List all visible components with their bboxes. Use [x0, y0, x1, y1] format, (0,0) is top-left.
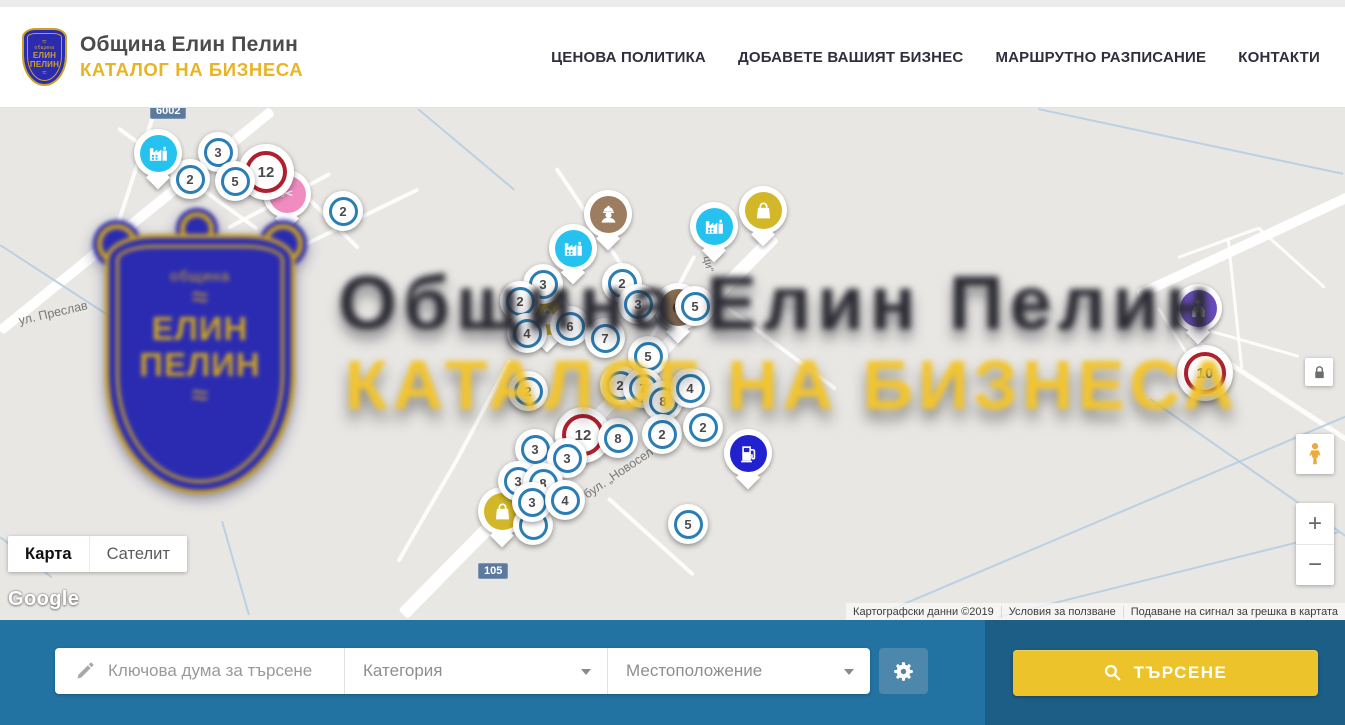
- map-type-satellite-button[interactable]: Сателит: [89, 536, 187, 572]
- nav-route-schedule[interactable]: МАРШРУТНО РАЗПИСАНИЕ: [995, 49, 1206, 66]
- map-pin-factory[interactable]: [690, 202, 738, 264]
- cluster-marker[interactable]: 4: [670, 368, 710, 408]
- crest-ornament: ≈: [192, 383, 208, 409]
- cluster-marker[interactable]: 5: [668, 504, 708, 544]
- map-road: [1257, 226, 1326, 288]
- cluster-marker[interactable]: 3: [618, 284, 658, 324]
- pegman-icon: [1302, 440, 1328, 468]
- nav-contacts[interactable]: КОНТАКТИ: [1238, 49, 1320, 66]
- location-select-label: Местоположение: [626, 661, 762, 681]
- watermark-crest-top: община: [170, 268, 230, 285]
- map-road: [456, 359, 512, 460]
- factory-icon: [555, 230, 592, 267]
- map-road: [727, 306, 837, 390]
- road-number-label: 105: [478, 563, 508, 579]
- watermark-title: Община Елин Пелин: [338, 266, 1217, 342]
- pencil-icon: [75, 661, 95, 681]
- cluster-marker[interactable]: 7: [585, 318, 625, 358]
- cluster-marker[interactable]: 4: [545, 480, 585, 520]
- cluster-marker[interactable]: 2: [642, 414, 682, 454]
- map-type-control: Карта Сателит: [8, 536, 187, 572]
- municipality-crest-logo: община ЕЛИН ПЕЛИН: [22, 28, 67, 86]
- advanced-settings-button[interactable]: [879, 648, 928, 694]
- cluster-marker[interactable]: 2: [683, 407, 723, 447]
- search-button-label: ТЪРСЕНЕ: [1134, 663, 1228, 683]
- google-logo[interactable]: Google: [8, 588, 79, 611]
- cluster-marker[interactable]: 5: [215, 161, 255, 201]
- site-subtitle: КАТАЛОГ НА БИЗНЕСА: [80, 59, 303, 81]
- map-water-line: [417, 108, 515, 191]
- padlock-icon: [1311, 364, 1328, 381]
- gear-icon: [891, 659, 916, 684]
- search-icon: [1103, 663, 1122, 682]
- cluster-marker[interactable]: 4: [507, 313, 547, 353]
- search-bar: Категория Местоположение ТЪРСЕНЕ: [0, 620, 1345, 725]
- map-pin-shopping[interactable]: [739, 186, 787, 248]
- site-title: Община Елин Пелин: [80, 33, 303, 57]
- watermark-crest: община ≈ ЕЛИН ПЕЛИН ≈: [95, 216, 305, 494]
- road-number-label: 6002: [150, 108, 186, 119]
- factory-icon: [140, 135, 177, 172]
- main-nav: ЦЕНОВА ПОЛИТИКА ДОБАВЕТЕ ВАШИЯТ БИЗНЕС М…: [551, 7, 1320, 107]
- site-header: община ЕЛИН ПЕЛИН Община Елин Пелин КАТА…: [0, 7, 1345, 108]
- map-water-line: [1038, 108, 1344, 175]
- cluster-marker[interactable]: 8: [598, 418, 638, 458]
- attribution-data-text: Картографски данни ©2019: [846, 606, 1001, 618]
- fuel-pump-icon: [730, 435, 767, 472]
- site-logo[interactable]: община ЕЛИН ПЕЛИН Община Елин Пелин КАТА…: [22, 28, 303, 86]
- zoom-out-button[interactable]: −: [1296, 544, 1334, 585]
- map-pin-fuel-station[interactable]: [724, 429, 772, 491]
- shopping-bag-icon: [745, 192, 782, 229]
- cluster-marker[interactable]: 2: [323, 191, 363, 231]
- terms-of-use-link[interactable]: Условия за ползване: [1001, 606, 1123, 618]
- cluster-marker[interactable]: 6: [550, 306, 590, 346]
- street-view-pegman-button[interactable]: [1296, 434, 1334, 474]
- church-icon: [1180, 290, 1217, 327]
- lock-control-button[interactable]: [1305, 358, 1333, 386]
- map-pin-factory[interactable]: [134, 129, 182, 191]
- keyword-field: [55, 648, 344, 694]
- chevron-down-icon: [581, 669, 591, 680]
- map-attribution: Картографски данни ©2019 Условия за полз…: [846, 603, 1345, 620]
- keyword-search-input[interactable]: [108, 661, 344, 681]
- map-canvas[interactable]: 6002 105 ул. Преслав бул. „Новосел ци“ ✂…: [0, 108, 1345, 620]
- category-select[interactable]: Категория: [344, 648, 607, 694]
- map-road: [1227, 237, 1244, 369]
- cluster-marker[interactable]: 10: [1177, 345, 1233, 401]
- search-input-group: Категория Местоположение: [55, 648, 870, 694]
- page: община ЕЛИН ПЕЛИН Община Елин Пелин КАТА…: [0, 0, 1345, 725]
- chevron-down-icon: [844, 669, 854, 680]
- watermark-crest-line1: ЕЛИН: [152, 311, 249, 347]
- crest-ornament: ≈: [192, 285, 208, 311]
- cluster-marker[interactable]: 2: [508, 371, 548, 411]
- zoom-control: + −: [1296, 503, 1334, 585]
- category-select-label: Категория: [363, 661, 442, 681]
- nav-pricing-policy[interactable]: ЦЕНОВА ПОЛИТИКА: [551, 49, 706, 66]
- map-pin-factory[interactable]: [549, 224, 597, 286]
- factory-icon: [696, 208, 733, 245]
- cluster-marker[interactable]: 5: [675, 286, 715, 326]
- zoom-in-button[interactable]: +: [1296, 503, 1334, 544]
- map-pin-church[interactable]: [1174, 284, 1222, 346]
- top-strip: [0, 0, 1345, 7]
- location-select[interactable]: Местоположение: [607, 648, 870, 694]
- nav-add-your-business[interactable]: ДОБАВЕТЕ ВАШИЯТ БИЗНЕС: [738, 49, 963, 66]
- crest-name-line1: ЕЛИН: [33, 51, 56, 60]
- map-water-line: [221, 521, 250, 616]
- report-map-error-link[interactable]: Подаване на сигнал за грешка в картата: [1123, 606, 1345, 618]
- map-water-line: [878, 413, 1345, 616]
- map-road: [396, 457, 459, 563]
- crest-name-line2: ПЕЛИН: [30, 60, 59, 69]
- search-button[interactable]: ТЪРСЕНЕ: [1013, 650, 1318, 696]
- map-type-map-button[interactable]: Карта: [8, 536, 89, 572]
- watermark-crest-line2: ПЕЛИН: [139, 347, 260, 383]
- map-road: [1136, 189, 1345, 299]
